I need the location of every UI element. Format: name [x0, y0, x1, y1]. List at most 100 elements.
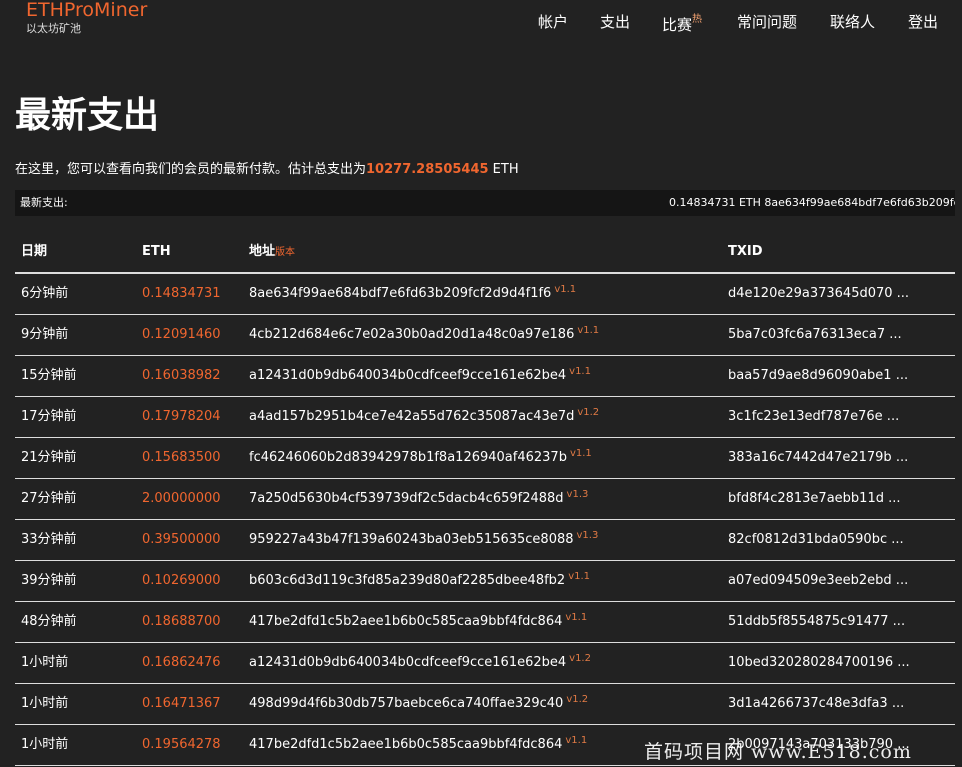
row-txid-link[interactable]: 3c1fc23e13edf787e76e ... — [728, 407, 899, 427]
table-row: 39分钟前 0.10269000 b603c6d3d119c3fd85a239d80… — [15, 561, 955, 602]
row-eth-amount: 0.39500000 — [142, 532, 221, 547]
row-address: 417be2dfd1c5b2aee1b6b0c585caa9bbf4fdc864 — [249, 737, 563, 752]
row-address: 959227a43b47f139a60243ba03eb515635ce8088 — [249, 532, 574, 547]
ticker-text: 0.14834731 ETH 8ae634f99ae684bdf7e6fd63b… — [669, 196, 955, 209]
header-date: 日期 — [21, 244, 48, 259]
row-eth-amount: 0.15683500 — [142, 450, 221, 465]
row-eth-amount: 0.16038982 — [142, 368, 221, 383]
header-address: 地址版本 — [249, 243, 295, 262]
row-address-link[interactable]: 498d99d4f6b30db757baebce6ca740ffae329c40… — [249, 694, 588, 715]
row-address-link[interactable]: 959227a43b47f139a60243ba03eb515635ce8088… — [249, 530, 598, 551]
row-version: v1.1 — [577, 325, 600, 336]
row-address-link[interactable]: 8ae634f99ae684bdf7e6fd63b209fcf2d9d4f1f6… — [249, 284, 576, 305]
nav-contact[interactable]: 联络人 — [830, 11, 875, 33]
row-eth-amount: 0.18688700 — [142, 614, 221, 629]
row-date: 1小时前 — [21, 737, 69, 752]
row-eth-amount: 0.17978204 — [142, 409, 221, 424]
row-address: 498d99d4f6b30db757baebce6ca740ffae329c40 — [249, 696, 564, 711]
row-address-link[interactable]: a12431d0b9db640034b0cdfceef9cce161e62be4… — [249, 366, 591, 387]
row-date: 39分钟前 — [21, 573, 77, 588]
row-eth-amount: 0.14834731 — [142, 286, 221, 301]
page-title: 最新支出 — [15, 95, 160, 136]
row-address-link[interactable]: a4ad157b2951b4ce7e42a55d762c35087ac43e7d… — [249, 407, 599, 428]
row-address-link[interactable]: 7a250d5630b4cf539739df2c5dacb4c659f2488d… — [249, 489, 588, 510]
table-row: 15分钟前 0.16038982 a12431d0b9db640034b0cdfce… — [15, 356, 955, 397]
table-row: 21分钟前 0.15683500 fc46246060b2d83942978b1f8… — [15, 438, 955, 479]
row-date: 33分钟前 — [21, 532, 77, 547]
row-date: 15分钟前 — [21, 368, 77, 383]
header-eth: ETH — [142, 244, 171, 259]
row-version: v1.1 — [569, 448, 592, 459]
intro-suffix: ETH — [488, 162, 519, 177]
table-row: 6分钟前 0.14834731 8ae634f99ae684bdf7e6fd63b2… — [15, 274, 955, 315]
top-navbar: ETHProMiner 以太坊矿池 帐户 支出 比赛热 常问问题 联络人 登出 — [0, 0, 962, 52]
row-date: 27分钟前 — [21, 491, 77, 506]
intro-prefix: 在这里，您可以查看向我们的会员的最新付款。估计总支出为 — [15, 162, 367, 177]
row-txid-link[interactable]: 5ba7c03fc6a76313eca7 ... — [728, 325, 902, 345]
row-address: a12431d0b9db640034b0cdfceef9cce161e62be4 — [249, 368, 567, 383]
row-version: v1.1 — [565, 735, 588, 746]
nav-logout[interactable]: 登出 — [908, 11, 938, 33]
intro-text: 在这里，您可以查看向我们的会员的最新付款。估计总支出为10277.2850544… — [15, 160, 519, 180]
hot-badge: 热 — [692, 14, 703, 25]
latest-payout-ticker: 最新支出: 0.14834731 ETH 8ae634f99ae684bdf7e… — [15, 190, 955, 216]
row-address-link[interactable]: fc46246060b2d83942978b1f8a126940af46237b… — [249, 448, 592, 469]
row-date: 1小时前 — [21, 696, 69, 711]
row-version: v1.1 — [554, 284, 577, 295]
table-row: 1小时前 0.16471367 498d99d4f6b30db757baebce6c… — [15, 684, 955, 725]
row-date: 17分钟前 — [21, 409, 77, 424]
main-nav: 帐户 支出 比赛热 常问问题 联络人 登出 — [0, 11, 962, 35]
row-version: v1.2 — [566, 694, 589, 705]
row-txid-link[interactable]: 51ddb5f8554875c91477 ... — [728, 612, 905, 632]
nav-faq[interactable]: 常问问题 — [737, 11, 797, 33]
row-address-link[interactable]: 4cb212d684e6c7e02a30b0ad20d1a48c0a97e186… — [249, 325, 599, 346]
row-address: b603c6d3d119c3fd85a239d80af2285dbee48fb2 — [249, 573, 566, 588]
row-date: 1小时前 — [21, 655, 69, 670]
row-eth-amount: 0.16862476 — [142, 655, 221, 670]
row-address: 7a250d5630b4cf539739df2c5dacb4c659f2488d — [249, 491, 564, 506]
row-eth-amount: 0.19564278 — [142, 737, 221, 752]
nav-contest[interactable]: 比赛热 — [662, 11, 702, 36]
row-txid-link[interactable]: d4e120e29a373645d070 ... — [728, 284, 909, 304]
row-eth-amount: 2.00000000 — [142, 491, 221, 506]
row-version: v1.3 — [576, 530, 599, 541]
row-txid-link[interactable]: baa57d9ae8d96090abe1 ... — [728, 366, 908, 386]
row-date: 21分钟前 — [21, 450, 77, 465]
row-version: v1.2 — [569, 653, 591, 664]
row-address-link[interactable]: a12431d0b9db640034b0cdfceef9cce161e62be4… — [249, 653, 591, 674]
ticker-label: 最新支出: — [20, 196, 68, 209]
row-eth-amount: 0.12091460 — [142, 327, 221, 342]
row-address-link[interactable]: 417be2dfd1c5b2aee1b6b0c585caa9bbf4fdc864… — [249, 735, 587, 756]
row-address: fc46246060b2d83942978b1f8a126940af46237b — [249, 450, 567, 465]
table-row: 33分钟前 0.39500000 959227a43b47f139a60243ba0… — [15, 520, 955, 561]
header-version: 版本 — [275, 247, 296, 258]
table-row: 1小时前 0.16862476 a12431d0b9db640034b0cdfcee… — [15, 643, 955, 684]
row-address-link[interactable]: 417be2dfd1c5b2aee1b6b0c585caa9bbf4fdc864… — [249, 612, 587, 633]
watermark-text: 首码项目网 www.E518.com — [644, 741, 912, 763]
nav-contest-label: 比赛 — [662, 16, 693, 34]
row-version: v1.2 — [577, 407, 600, 418]
row-version: v1.1 — [565, 612, 588, 623]
row-version: v1.3 — [566, 489, 589, 500]
nav-account[interactable]: 帐户 — [538, 11, 568, 33]
row-eth-amount: 0.16471367 — [142, 696, 221, 711]
row-txid-link[interactable]: bfd8f4c2813e7aebb11d ... — [728, 489, 901, 509]
row-txid-link[interactable]: a07ed094509e3eeb2ebd ... — [728, 571, 908, 591]
row-txid-link[interactable]: 383a16c7442d47e2179b ... — [728, 448, 908, 468]
row-txid-link[interactable]: 3d1a4266737c48e3dfa3 ... — [728, 694, 904, 714]
row-address: a12431d0b9db640034b0cdfceef9cce161e62be4 — [249, 655, 567, 670]
total-payout-amount: 10277.28505445 — [366, 162, 489, 177]
row-address: 4cb212d684e6c7e02a30b0ad20d1a48c0a97e186 — [249, 327, 575, 342]
table-row: 48分钟前 0.18688700 417be2dfd1c5b2aee1b6b0c58… — [15, 602, 955, 643]
table-row: 9分钟前 0.12091460 4cb212d684e6c7e02a30b0ad20… — [15, 315, 955, 356]
payouts-table-body: 6分钟前 0.14834731 8ae634f99ae684bdf7e6fd63b2… — [15, 274, 955, 766]
row-address-link[interactable]: b603c6d3d119c3fd85a239d80af2285dbee48fb2… — [249, 571, 590, 592]
row-eth-amount: 0.10269000 — [142, 573, 221, 588]
table-row: 27分钟前 2.00000000 7a250d5630b4cf539739df2c5… — [15, 479, 955, 520]
row-txid-link[interactable]: 82cf0812d31bda0590bc ... — [728, 530, 904, 550]
header-address-label: 地址 — [249, 244, 276, 259]
row-address: 417be2dfd1c5b2aee1b6b0c585caa9bbf4fdc864 — [249, 614, 563, 629]
table-row: 17分钟前 0.17978204 a4ad157b2951b4ce7e42a55d7… — [15, 397, 955, 438]
nav-payouts[interactable]: 支出 — [600, 11, 630, 33]
row-txid-link[interactable]: 10bed320280284700196 ... — [728, 653, 910, 673]
